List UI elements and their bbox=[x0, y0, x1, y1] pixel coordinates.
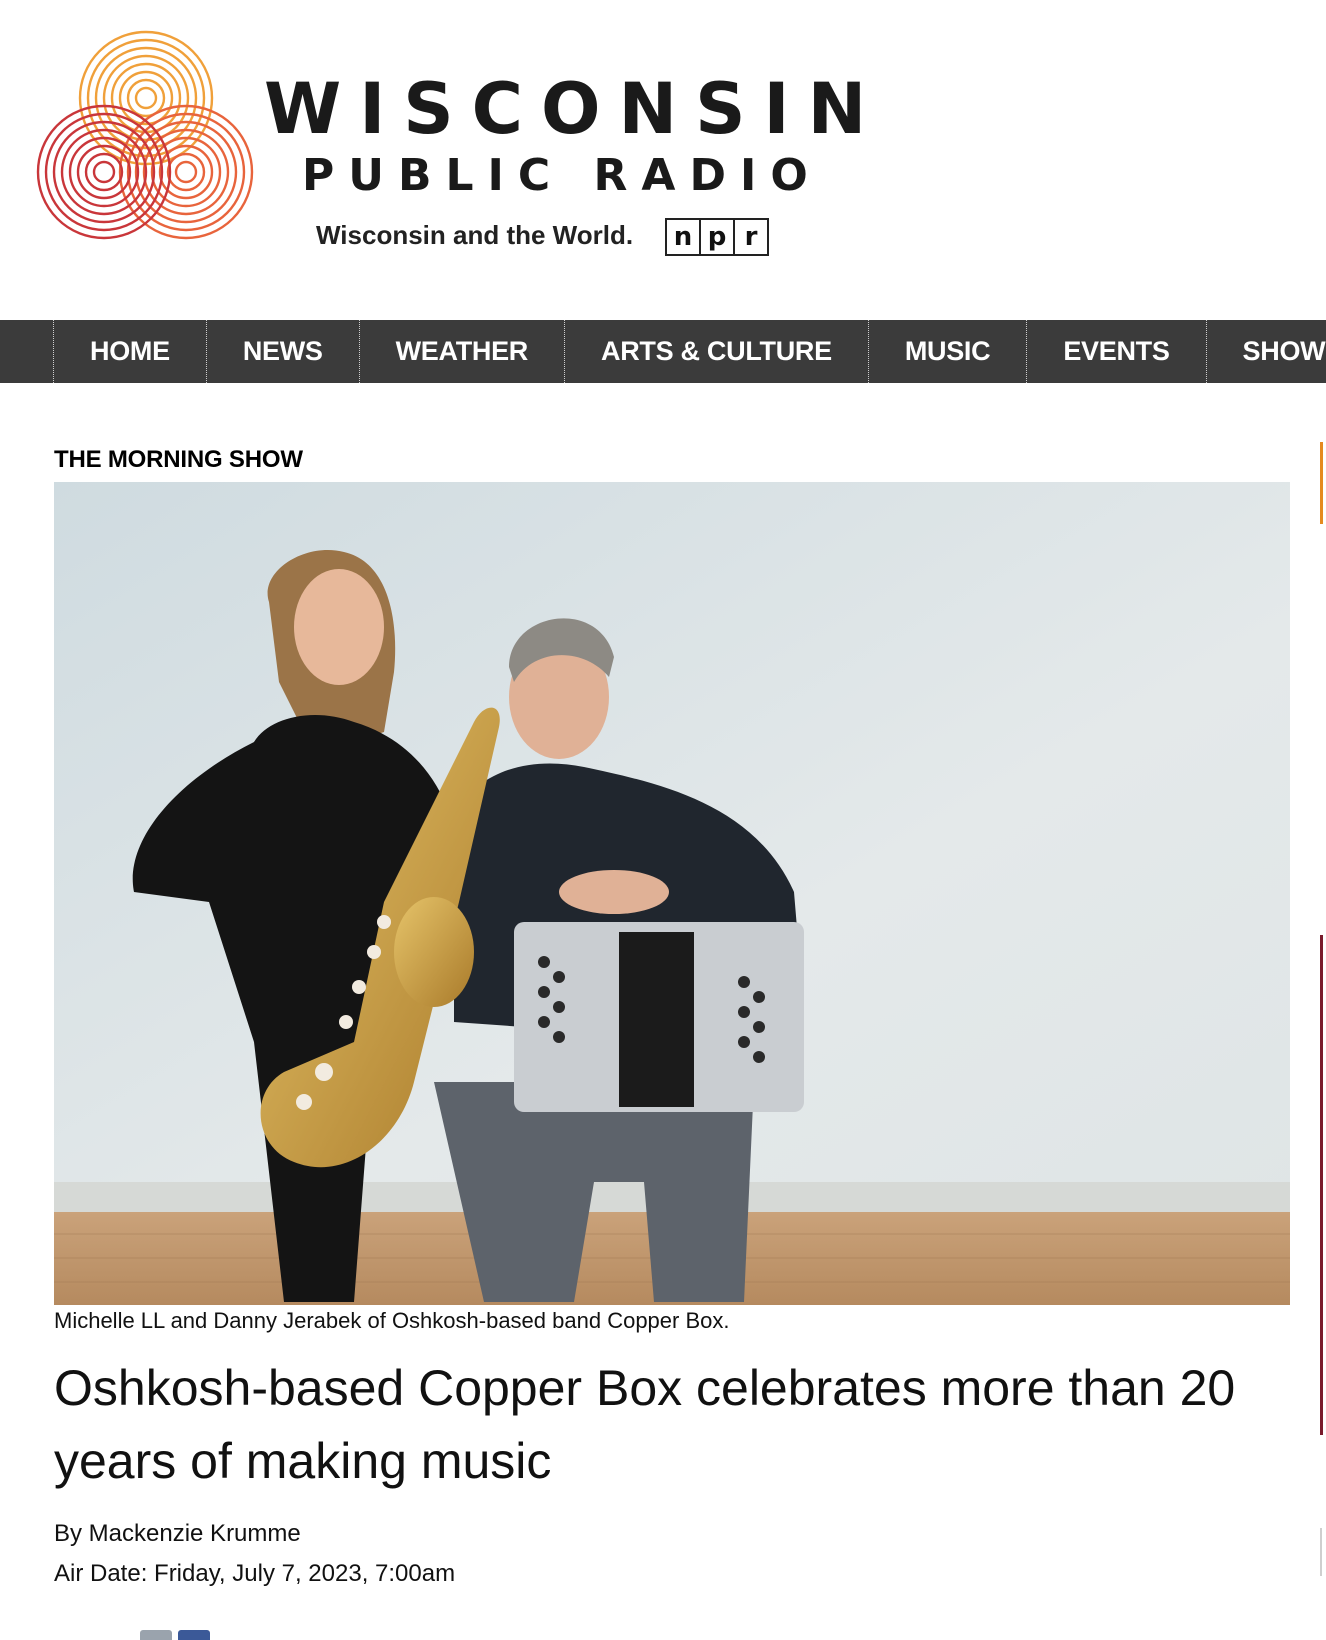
logo-tagline: Wisconsin and the World. bbox=[316, 220, 634, 250]
npr-letter: p bbox=[701, 220, 735, 254]
sidebar-edge-accent bbox=[1320, 1528, 1322, 1576]
npr-letter: r bbox=[744, 222, 758, 252]
sidebar-edge-accent bbox=[1320, 935, 1323, 1435]
nav-spacer bbox=[0, 320, 54, 383]
share-icons bbox=[140, 1630, 212, 1640]
logo-title: WISCONSIN bbox=[264, 68, 885, 150]
show-kicker-link[interactable]: THE MORNING SHOW bbox=[54, 446, 303, 474]
sidebar-edge-accent bbox=[1320, 442, 1323, 524]
site-header: WISCONSIN PUBLIC RADIO Wisconsin and the… bbox=[0, 0, 1326, 320]
wpr-logo-icon[interactable] bbox=[36, 30, 266, 250]
email-share-icon[interactable] bbox=[140, 1630, 172, 1640]
nav-item-shows[interactable]: SHOWS bbox=[1207, 320, 1326, 383]
byline: By Mackenzie Krumme bbox=[54, 1520, 301, 1547]
npr-logo[interactable]: n p r bbox=[665, 218, 769, 256]
main-nav: HOME NEWS WEATHER ARTS & CULTURE MUSIC E… bbox=[0, 320, 1326, 383]
photo-caption: Michelle LL and Danny Jerabek of Oshkosh… bbox=[54, 1308, 730, 1333]
nav-item-events[interactable]: EVENTS bbox=[1027, 320, 1207, 383]
logo-subtitle: PUBLIC RADIO bbox=[302, 150, 822, 201]
nav-item-home[interactable]: HOME bbox=[54, 320, 207, 383]
article-headline: Oshkosh-based Copper Box celebrates more… bbox=[54, 1360, 1236, 1489]
air-date: Air Date: Friday, July 7, 2023, 7:00am bbox=[54, 1560, 456, 1587]
nav-item-weather[interactable]: WEATHER bbox=[360, 320, 566, 383]
nav-item-news[interactable]: NEWS bbox=[207, 320, 360, 383]
article-photo bbox=[54, 482, 1290, 1305]
npr-letter: n bbox=[667, 220, 701, 254]
nav-item-arts-culture[interactable]: ARTS & CULTURE bbox=[565, 320, 869, 383]
nav-item-music[interactable]: MUSIC bbox=[869, 320, 1028, 383]
facebook-share-icon[interactable] bbox=[178, 1630, 210, 1640]
